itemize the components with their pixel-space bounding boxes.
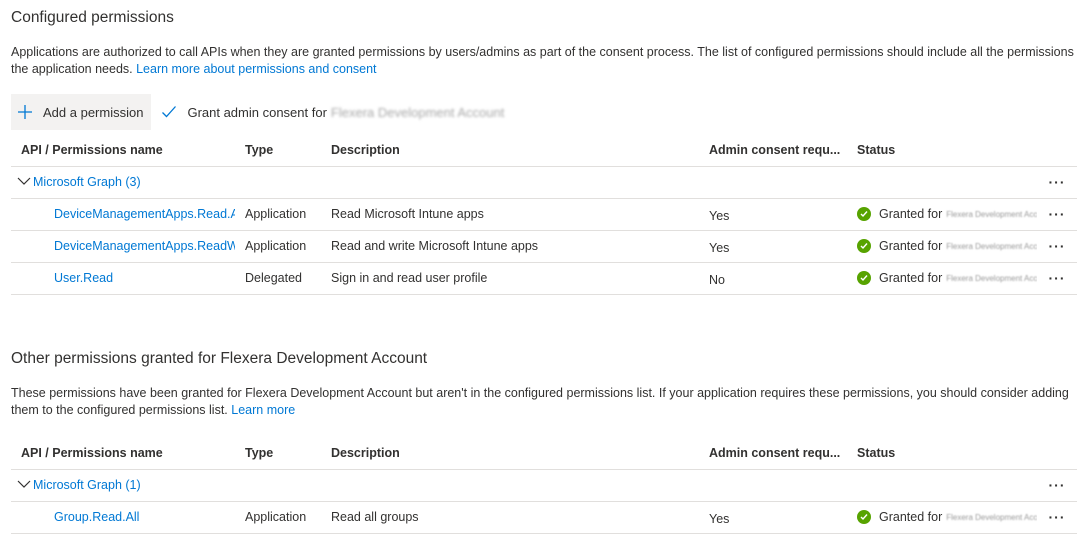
permissions-toolbar: Add a permission Grant admin consent for…: [11, 94, 512, 130]
table-row: User.Read Delegated Sign in and read use…: [11, 262, 1077, 295]
grant-admin-consent-label: Grant admin consent for: [187, 104, 327, 120]
learn-more-link[interactable]: Learn more: [231, 403, 295, 417]
column-header-admin-consent[interactable]: Admin consent requ...: [699, 438, 847, 470]
other-permissions-title: Other permissions granted for Flexera De…: [11, 350, 428, 367]
permission-description: Read all groups: [321, 501, 699, 534]
status-org-name: Flexera Development Account: [946, 209, 1037, 219]
other-description-text: These permissions have been granted for …: [11, 386, 1069, 417]
admin-consent-required: Yes: [699, 198, 847, 231]
admin-consent-required: Yes: [699, 230, 847, 263]
add-permission-label: Add a permission: [43, 104, 144, 120]
table-header-row: API / Permissions name Type Description …: [11, 135, 1077, 167]
status-badge: Granted for Flexera Development Account: [857, 239, 1037, 253]
other-permissions-table: API / Permissions name Type Description …: [11, 438, 1077, 534]
column-header-type[interactable]: Type: [235, 438, 321, 470]
permission-type: Delegated: [235, 262, 321, 295]
status-text: Granted for: [879, 207, 943, 221]
permission-type: Application: [235, 198, 321, 231]
other-permissions-description: These permissions have been granted for …: [11, 385, 1077, 419]
permission-link[interactable]: DeviceManagementApps.ReadW: [54, 239, 235, 253]
more-options-icon[interactable]: ···: [1037, 166, 1077, 199]
add-permission-button[interactable]: Add a permission: [11, 94, 152, 130]
permission-link[interactable]: User.Read: [54, 271, 113, 285]
configured-permissions-table: API / Permissions name Type Description …: [11, 135, 1077, 295]
learn-more-permissions-link[interactable]: Learn more about permissions and consent: [136, 62, 376, 76]
permission-type: Application: [235, 501, 321, 534]
grant-admin-consent-button[interactable]: Grant admin consent for Flexera Developm…: [151, 94, 512, 130]
permission-description: Sign in and read user profile: [321, 262, 699, 295]
column-header-description[interactable]: Description: [321, 438, 699, 470]
configured-permissions-description: Applications are authorized to call APIs…: [11, 44, 1077, 78]
column-header-status[interactable]: Status: [847, 135, 1037, 167]
admin-consent-required: No: [699, 262, 847, 295]
permission-description: Read Microsoft Intune apps: [321, 198, 699, 231]
status-badge: Granted for Flexera Development Account: [857, 510, 1037, 524]
table-row: Group.Read.All Application Read all grou…: [11, 501, 1077, 534]
column-header-description[interactable]: Description: [321, 135, 699, 167]
grant-consent-org-name: Flexera Development Account: [330, 104, 505, 120]
status-org-name: Flexera Development Account: [946, 512, 1037, 522]
permission-link[interactable]: DeviceManagementApps.Read.A: [54, 207, 235, 221]
api-permissions-page: Configured permissions Applications are …: [0, 0, 1081, 536]
granted-check-icon: [857, 239, 871, 253]
table-header-row: API / Permissions name Type Description …: [11, 438, 1077, 470]
permission-description: Read and write Microsoft Intune apps: [321, 230, 699, 263]
status-text: Granted for: [879, 239, 943, 253]
chevron-down-icon[interactable]: [17, 175, 31, 189]
column-header-admin-consent[interactable]: Admin consent requ...: [699, 135, 847, 167]
table-row: DeviceManagementApps.ReadW Application R…: [11, 230, 1077, 263]
granted-check-icon: [857, 207, 871, 221]
column-header-type[interactable]: Type: [235, 135, 321, 167]
more-options-icon[interactable]: ···: [1037, 262, 1077, 295]
configured-permissions-title: Configured permissions: [11, 9, 174, 26]
checkmark-icon: [159, 104, 179, 120]
column-header-name[interactable]: API / Permissions name: [11, 135, 235, 167]
group-row-microsoft-graph[interactable]: Microsoft Graph (3) ···: [11, 166, 1077, 199]
column-header-name[interactable]: API / Permissions name: [11, 438, 235, 470]
more-options-icon[interactable]: ···: [1037, 469, 1077, 502]
group-row-microsoft-graph[interactable]: Microsoft Graph (1) ···: [11, 469, 1077, 502]
more-options-icon[interactable]: ···: [1037, 501, 1077, 534]
plus-icon: [15, 104, 35, 120]
status-badge: Granted for Flexera Development Account: [857, 271, 1037, 285]
admin-consent-required: Yes: [699, 501, 847, 534]
group-link-microsoft-graph[interactable]: Microsoft Graph (1): [33, 478, 141, 492]
status-text: Granted for: [879, 271, 943, 285]
group-link-microsoft-graph[interactable]: Microsoft Graph (3): [33, 175, 141, 189]
more-options-icon[interactable]: ···: [1037, 198, 1077, 231]
granted-check-icon: [857, 271, 871, 285]
permission-link[interactable]: Group.Read.All: [54, 510, 139, 524]
column-header-status[interactable]: Status: [847, 438, 1037, 470]
table-row: DeviceManagementApps.Read.A Application …: [11, 198, 1077, 231]
status-text: Granted for: [879, 510, 943, 524]
more-options-icon[interactable]: ···: [1037, 230, 1077, 263]
status-org-name: Flexera Development Account: [946, 273, 1037, 283]
status-org-name: Flexera Development Account: [946, 241, 1037, 251]
status-badge: Granted for Flexera Development Account: [857, 207, 1037, 221]
permission-type: Application: [235, 230, 321, 263]
chevron-down-icon[interactable]: [17, 478, 31, 492]
granted-check-icon: [857, 510, 871, 524]
